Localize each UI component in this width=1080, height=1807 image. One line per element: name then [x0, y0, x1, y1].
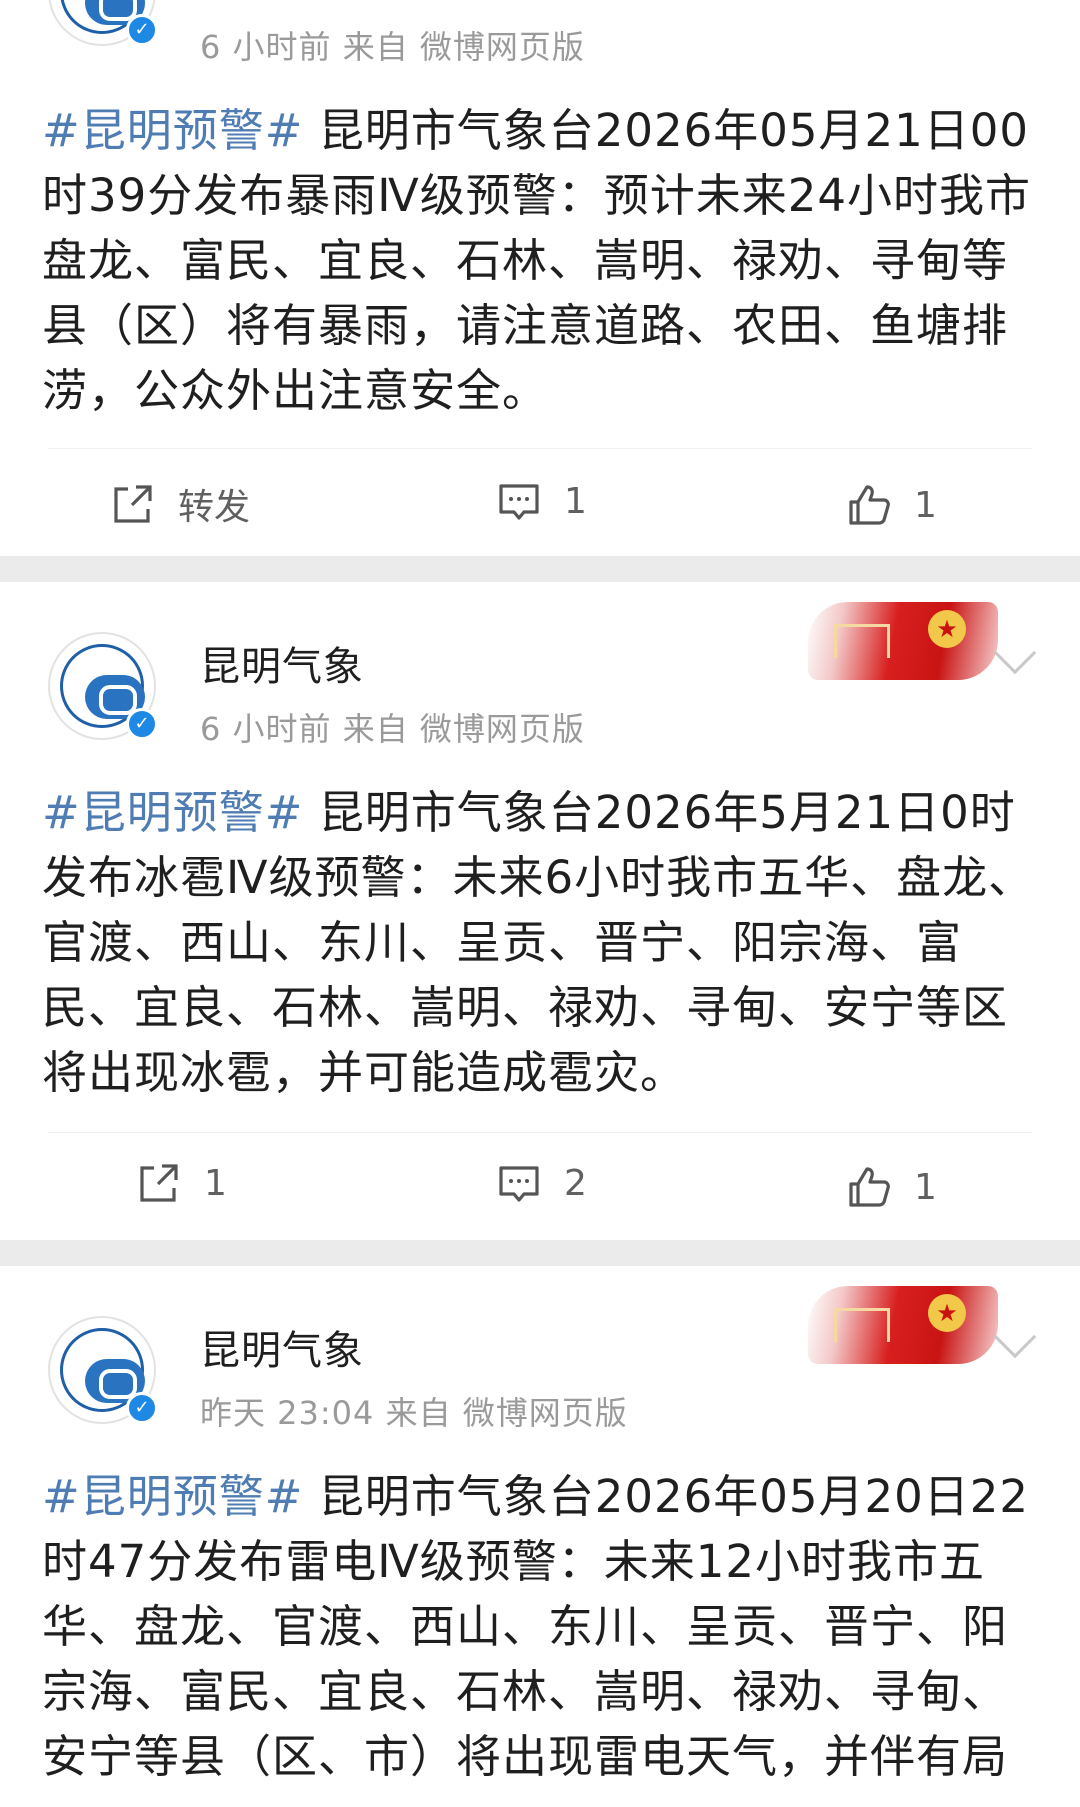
star-icon: ★: [928, 1294, 966, 1332]
thumbs-up-icon: [849, 485, 890, 525]
repost-button[interactable]: 转发: [110, 478, 250, 530]
share-icon: [114, 485, 152, 523]
like-count: 1: [914, 484, 937, 526]
hashtag-link[interactable]: #昆明预警#: [42, 1470, 303, 1523]
comment-count: 2: [564, 1162, 587, 1204]
post-content: #昆明预警# 昆明市气象台2026年05月20日22时47分发布雷电Ⅳ级预警：未…: [42, 1464, 1042, 1789]
verified-badge-icon: ✓: [126, 14, 158, 46]
avatar[interactable]: ✓: [48, 0, 158, 46]
username[interactable]: 昆明气象: [200, 1318, 364, 1376]
chevron-down-icon[interactable]: [993, 1315, 1037, 1359]
comment-count: 1: [564, 480, 587, 522]
like-button[interactable]: 1: [846, 482, 937, 528]
comment-button[interactable]: 2: [496, 1160, 587, 1206]
comment-button[interactable]: 1: [496, 478, 587, 524]
divider: [48, 448, 1032, 449]
weibo-post-3: ✓ 昆明气象 昨天 23:04 来自 微博网页版 ★ #昆明预警# 昆明市气象台…: [0, 1266, 1080, 1807]
verified-badge-icon: ✓: [126, 1392, 158, 1424]
repost-label: 转发: [178, 487, 251, 528]
divider: [48, 1132, 1032, 1133]
avatar[interactable]: ✓: [48, 1316, 158, 1424]
username[interactable]: 昆明气象: [200, 634, 364, 692]
like-button[interactable]: 1: [846, 1164, 937, 1210]
chevron-down-icon[interactable]: [993, 631, 1037, 675]
repost-count: 1: [204, 1162, 227, 1204]
repost-button[interactable]: 1: [136, 1160, 227, 1206]
weibo-post-2: ✓ 昆明气象 6 小时前 来自 微博网页版 ★ #昆明预警# 昆明市气象台202…: [0, 582, 1080, 1240]
hashtag-link[interactable]: #昆明预警#: [42, 786, 303, 839]
comment-icon: [499, 1166, 539, 1202]
share-icon: [140, 1164, 178, 1202]
post-content: #昆明预警# 昆明市气象台2026年5月21日0时发布冰雹Ⅳ级预警：未来6小时我…: [42, 780, 1042, 1105]
verified-badge-icon: ✓: [126, 708, 158, 740]
post-content: #昆明预警# 昆明市气象台2026年05月21日00时39分发布暴雨Ⅳ级预警：预…: [42, 98, 1042, 423]
hashtag-link[interactable]: #昆明预警#: [42, 104, 303, 157]
decorative-banner: ★: [808, 1286, 998, 1364]
weibo-post-1: ✓ 6 小时前 来自 微博网页版 #昆明预警# 昆明市气象台2026年05月21…: [0, 0, 1080, 556]
star-icon: ★: [928, 610, 966, 648]
thumbs-up-icon: [849, 1167, 890, 1207]
post-meta: 昨天 23:04 来自 微博网页版: [200, 1394, 628, 1432]
like-count: 1: [914, 1166, 937, 1208]
avatar[interactable]: ✓: [48, 632, 158, 740]
decorative-banner: ★: [808, 602, 998, 680]
comment-icon: [499, 484, 539, 520]
post-meta: 6 小时前 来自 微博网页版: [200, 710, 585, 748]
post-meta: 6 小时前 来自 微博网页版: [200, 28, 585, 66]
